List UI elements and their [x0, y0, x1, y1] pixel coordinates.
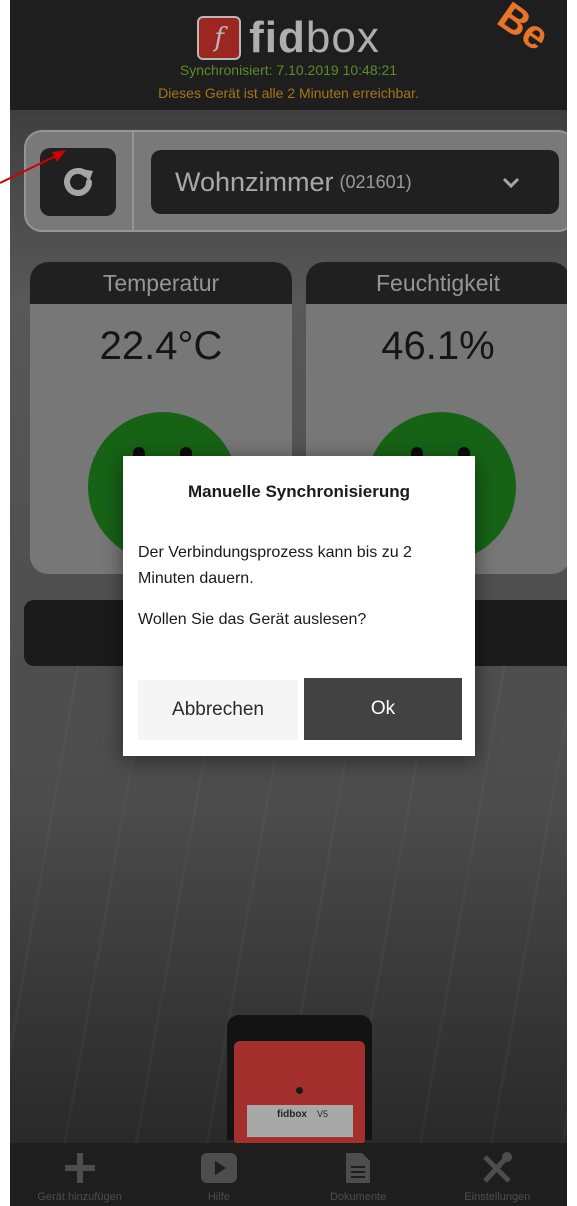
dialog-question: Wollen Sie das Gerät auslesen? [138, 611, 367, 628]
sync-dialog: Manuelle Synchronisierung Der Verbindung… [123, 456, 475, 756]
cancel-button[interactable]: Abbrechen [138, 680, 298, 740]
dialog-title: Manuelle Synchronisierung [188, 482, 410, 501]
app-screen: f fidbox Synchronisiert: 7.10.2019 10:48… [10, 0, 567, 1206]
dialog-message: Der Verbindungsprozess kann bis zu 2 Min… [138, 544, 412, 587]
annotation-arrow-icon [0, 150, 66, 184]
ok-button[interactable]: Ok [304, 678, 462, 740]
